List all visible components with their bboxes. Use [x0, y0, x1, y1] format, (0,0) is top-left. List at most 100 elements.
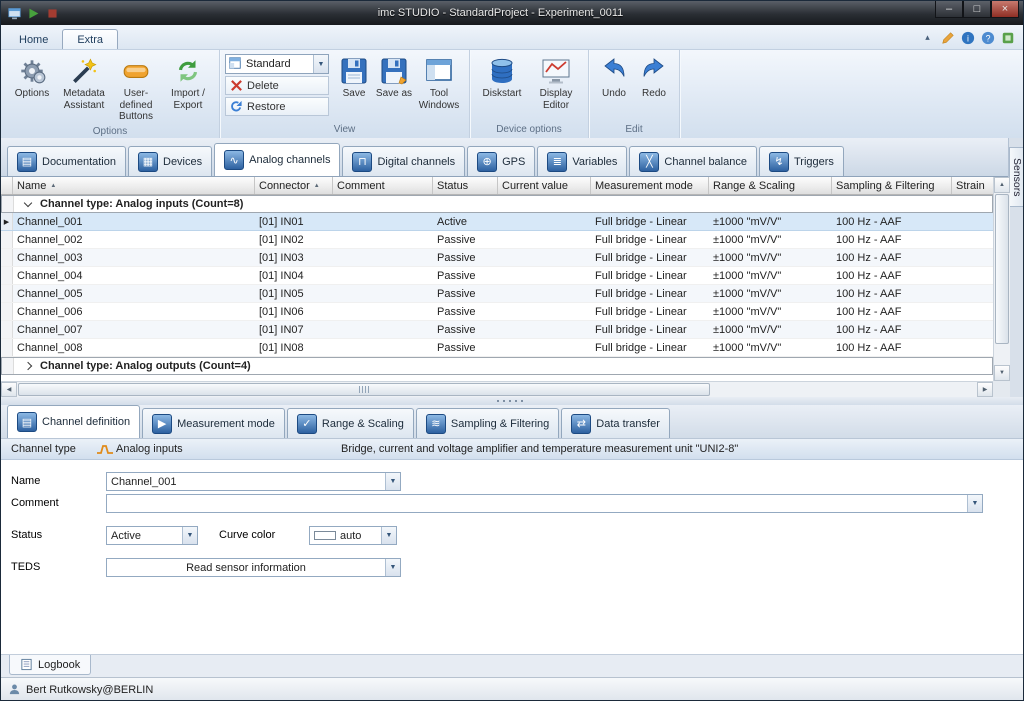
column-header-measurement-mode[interactable]: Measurement mode [591, 177, 709, 194]
app-window: imc STUDIO - StandardProject - Experimen… [0, 0, 1024, 701]
collapse-ribbon-icon[interactable]: ▴ [920, 30, 935, 45]
column-header-comment[interactable]: Comment [333, 177, 433, 194]
cell-comment [333, 285, 433, 302]
table-row-channel-004[interactable]: Channel_004[01] IN04PassiveFull bridge -… [1, 267, 993, 285]
horizontal-scroll-thumb[interactable] [18, 383, 710, 396]
column-header-name[interactable]: Name▲ [13, 177, 255, 194]
table-row-channel-003[interactable]: Channel_003[01] IN03PassiveFull bridge -… [1, 249, 993, 267]
row-gutter [1, 321, 13, 338]
scroll-down-icon[interactable]: ▼ [994, 365, 1010, 381]
tab-triggers[interactable]: ↯Triggers [759, 146, 844, 176]
column-header-strain[interactable]: Strain [952, 177, 993, 194]
restore-view-button[interactable]: Restore [225, 97, 329, 116]
dropdown-arrow-icon[interactable]: ▼ [385, 473, 400, 490]
dropdown-arrow-icon[interactable]: ▼ [182, 527, 197, 544]
table-row-channel-008[interactable]: Channel_008[01] IN08PassiveFull bridge -… [1, 339, 993, 357]
column-label: Range & Scaling [713, 180, 795, 192]
tab-channel-definition[interactable]: ▤Channel definition [7, 405, 140, 438]
group-row-channel-type-analog-outputs-count-4[interactable]: Channel type: Analog outputs (Count=4) [1, 357, 993, 375]
column-header-sampling-filtering[interactable]: Sampling & Filtering [832, 177, 952, 194]
tab-logbook[interactable]: Logbook [9, 655, 91, 675]
column-header-current-value[interactable]: Current value [498, 177, 591, 194]
column-header-range-scaling[interactable]: Range & Scaling [709, 177, 832, 194]
cell-name: Channel_005 [13, 285, 255, 302]
options-button[interactable]: Options [6, 54, 58, 102]
diskstart-button[interactable]: Diskstart [475, 54, 529, 102]
status-value: Active [107, 530, 182, 542]
table-row-channel-002[interactable]: Channel_002[01] IN02PassiveFull bridge -… [1, 231, 993, 249]
ribbon-tab-extra[interactable]: Extra [62, 29, 118, 49]
tab-channel-balance[interactable]: ╳Channel balance [629, 146, 757, 176]
name-combobox[interactable]: Channel_001 ▼ [106, 472, 401, 491]
user-defined-buttons-button[interactable]: User-defined Buttons [110, 54, 162, 125]
start-measurement-icon[interactable] [26, 6, 41, 21]
vertical-scrollbar[interactable]: ▲ ▼ [993, 177, 1010, 381]
collapse-group-icon[interactable] [24, 198, 32, 206]
table-row-channel-006[interactable]: Channel_006[01] IN06PassiveFull bridge -… [1, 303, 993, 321]
cell-sampling-filtering: 100 Hz - AAF [832, 267, 952, 284]
import-export-button[interactable]: Import / Export [162, 54, 214, 113]
tab-sampling-filtering[interactable]: ≋Sampling & Filtering [416, 408, 559, 438]
table-row-channel-005[interactable]: Channel_005[01] IN05PassiveFull bridge -… [1, 285, 993, 303]
plugins-icon[interactable] [1000, 30, 1015, 45]
tab-variables[interactable]: ≣Variables [537, 146, 627, 176]
app-icon[interactable] [7, 6, 22, 21]
undo-button[interactable]: Undo [594, 54, 634, 102]
horizontal-scrollbar[interactable]: ◀ ▶ [1, 381, 993, 397]
table-row-channel-001[interactable]: ▶Channel_001[01] IN01ActiveFull bridge -… [1, 213, 993, 231]
stop-measurement-icon[interactable] [45, 6, 60, 21]
tab-digital-channels[interactable]: ⊓Digital channels [342, 146, 465, 176]
scroll-left-icon[interactable]: ◀ [1, 382, 17, 397]
edit-layout-icon[interactable] [940, 30, 955, 45]
maximize-button[interactable]: □ [963, 1, 991, 18]
dropdown-arrow-icon[interactable]: ▼ [313, 55, 328, 73]
cell-comment [333, 303, 433, 320]
scroll-right-icon[interactable]: ▶ [977, 382, 993, 397]
ribbon-tab-home[interactable]: Home [5, 30, 62, 49]
dropdown-arrow-icon[interactable]: ▼ [385, 559, 400, 576]
column-header-status[interactable]: Status [433, 177, 498, 194]
curve-color-combobox[interactable]: auto ▼ [309, 526, 397, 545]
tab-documentation[interactable]: ▤Documentation [7, 146, 126, 176]
restore-icon [230, 100, 243, 113]
tab-analog-channels[interactable]: ∿Analog channels [214, 143, 340, 176]
metadata-assistant-button[interactable]: Metadata Assistant [58, 54, 110, 113]
teds-read-sensor-button[interactable]: Read sensor information ▼ [106, 558, 401, 577]
column-header-connector[interactable]: Connector▲ [255, 177, 333, 194]
ribbon-tab-strip: Home Extra ▴ i ? [1, 25, 1023, 50]
tool-windows-button[interactable]: Tool Windows [414, 54, 464, 113]
tab-sensors[interactable]: Sensors [1009, 147, 1024, 207]
tab-measurement-mode[interactable]: ▶Measurement mode [142, 408, 285, 438]
ribbon-group-options: Options Metadata Assistant User-defined … [1, 50, 220, 138]
redo-button[interactable]: Redo [634, 54, 674, 102]
display-editor-button[interactable]: Display Editor [529, 54, 583, 113]
panel-splitter[interactable] [1, 397, 1023, 405]
info-icon[interactable]: i [960, 30, 975, 45]
view-preset-dropdown[interactable]: Standard ▼ [225, 54, 329, 74]
table-row-channel-007[interactable]: Channel_007[01] IN07PassiveFull bridge -… [1, 321, 993, 339]
tab-devices[interactable]: ▦Devices [128, 146, 212, 176]
current-row-indicator-icon: ▶ [4, 218, 9, 226]
help-icon[interactable]: ? [980, 30, 995, 45]
tab-range-scaling[interactable]: ✓Range & Scaling [287, 408, 414, 438]
close-button[interactable]: × [991, 1, 1019, 18]
expand-group-icon[interactable] [24, 362, 32, 370]
vertical-scroll-thumb[interactable] [995, 194, 1009, 344]
delete-view-button[interactable]: Delete [225, 76, 329, 95]
tab-data-transfer[interactable]: ⇄Data transfer [561, 408, 670, 438]
current-user: Bert Rutkowsky@BERLIN [26, 684, 153, 696]
tab-gps[interactable]: ⊕GPS [467, 146, 535, 176]
comment-combobox[interactable]: ▼ [106, 494, 983, 513]
save-as-button[interactable]: Save as [374, 54, 414, 102]
scroll-grip-icon [359, 386, 370, 393]
dropdown-arrow-icon[interactable]: ▼ [381, 527, 396, 544]
detail-tab-strip: ▤Channel definition▶Measurement mode✓Ran… [1, 405, 1023, 438]
dropdown-arrow-icon[interactable]: ▼ [967, 495, 982, 512]
row-gutter [2, 196, 14, 212]
cell-current-value [498, 267, 591, 284]
save-button[interactable]: Save [334, 54, 374, 102]
minimize-button[interactable]: – [935, 1, 963, 18]
group-row-channel-type-analog-inputs-count-8[interactable]: Channel type: Analog inputs (Count=8) [1, 195, 993, 213]
status-combobox[interactable]: Active ▼ [106, 526, 198, 545]
scroll-up-icon[interactable]: ▲ [994, 177, 1010, 193]
